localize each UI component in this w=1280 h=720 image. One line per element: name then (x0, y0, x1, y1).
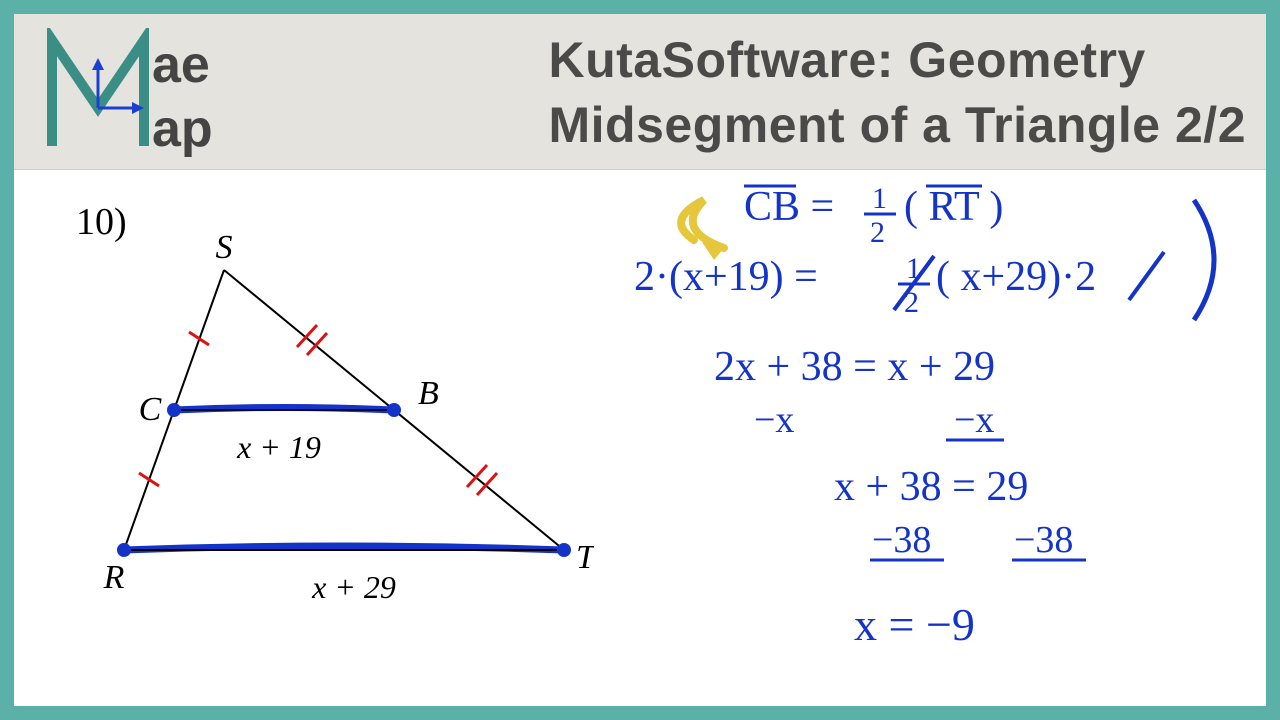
slide-frame: ae ap KutaSoftware: Geometry Midsegment … (14, 14, 1266, 706)
svg-text:1: 1 (906, 252, 921, 285)
svg-text:2: 2 (870, 216, 885, 249)
work-line-4a: −x (754, 399, 794, 441)
work-line-4b: −x (954, 399, 994, 441)
triangle-figure: S C B R T x + 19 x + 29 (74, 210, 594, 670)
work-line-1: CB = (744, 184, 834, 230)
solution-work: CB = 1 2 ( RT ) 2·(x+19) = 1 2 ( x+29)·2 (574, 170, 1254, 700)
brand-text-2: ap (152, 100, 213, 158)
work-line-3: 2x + 38 = x + 29 (714, 344, 995, 390)
vertex-R: R (103, 559, 125, 596)
work-line-7: x = −9 (854, 599, 975, 650)
svg-text:1: 1 (872, 182, 887, 215)
slide-title: KutaSoftware: Geometry Midsegment of a T… (549, 28, 1247, 158)
brand-text-1: ae (152, 36, 210, 94)
svg-text:( x+29)·2: ( x+29)·2 (936, 254, 1096, 300)
work-line-2: 2·(x+19) = (634, 254, 818, 300)
work-line-5: x + 38 = 29 (834, 464, 1028, 510)
slide-header: ae ap KutaSoftware: Geometry Midsegment … (14, 14, 1266, 170)
vertex-B: B (418, 375, 439, 412)
vertex-C: C (139, 391, 162, 428)
svg-text:( RT ): ( RT ) (904, 184, 1003, 230)
work-line-6a: −38 (872, 519, 931, 561)
title-line-1: KutaSoftware: Geometry (549, 28, 1247, 93)
title-line-2: Midsegment of a Triangle 2/2 (549, 93, 1247, 158)
vertex-S: S (216, 229, 233, 266)
midsegment-expr: x + 19 (236, 429, 321, 465)
brand-logo: ae ap (40, 28, 300, 163)
base-expr: x + 29 (311, 569, 396, 605)
work-line-6b: −38 (1014, 519, 1073, 561)
slide-body: 10) S C (14, 170, 1266, 704)
